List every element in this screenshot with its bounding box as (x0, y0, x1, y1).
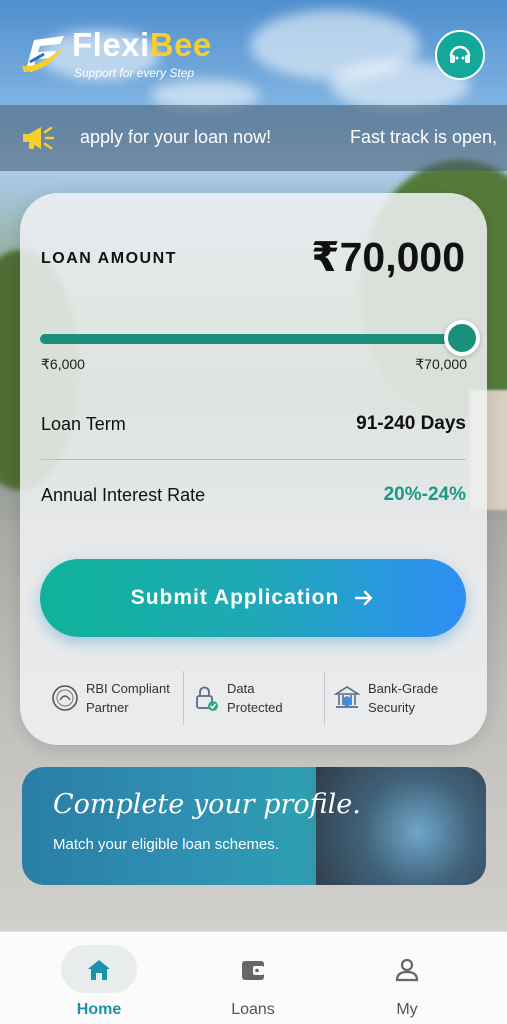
arrow-right-icon (355, 590, 373, 606)
badge-line: Security (368, 700, 415, 715)
badge-line: Partner (86, 700, 129, 715)
badge-text: Bank-Grade Security (368, 679, 438, 717)
loan-term-label: Loan Term (41, 414, 126, 434)
lock-check-icon (196, 686, 218, 711)
loan-amount-label: LOAN AMOUNT (41, 250, 177, 267)
badge-bank-grade-security: Bank-Grade Security (324, 671, 465, 725)
badge-line: Bank-Grade (368, 681, 439, 696)
bank-shield-icon (333, 686, 361, 708)
nav-label-my: My (396, 1001, 418, 1018)
loan-application-card: LOAN AMOUNT ₹70,000 ₹6,000 ₹70,000 Loan … (20, 193, 487, 745)
headset-icon (449, 45, 471, 63)
app-header: FlexiBee Support for every Step (20, 24, 487, 88)
announcement-bar: apply for your loan now! Fast track is o… (0, 105, 507, 171)
banner-subtitle: Match your eligible loan schemes. (53, 836, 279, 853)
slider-thumb[interactable] (444, 320, 480, 356)
submit-application-button[interactable]: Submit Application (40, 559, 466, 637)
badge-text: RBI Compliant Partner (86, 679, 170, 717)
badge-rbi-compliant: RBI Compliant Partner (42, 671, 183, 725)
banner-illustration (316, 767, 486, 885)
person-icon (395, 958, 419, 982)
badge-line: Protected (227, 700, 283, 715)
wallet-icon (242, 961, 264, 980)
brand-name: FlexiBee (72, 26, 212, 64)
trust-badges: RBI Compliant Partner Data Protected Ban… (42, 671, 465, 725)
interest-rate-value: 20%-24% (383, 484, 466, 505)
banner-title: Complete your profile. (53, 789, 361, 820)
brand-name-part1: Flexi (72, 26, 150, 63)
badge-line: RBI Compliant (86, 681, 170, 696)
nav-item-my[interactable]: My (347, 932, 467, 1024)
slider-max-label: ₹70,000 (415, 356, 467, 372)
megaphone-icon (23, 126, 55, 150)
loan-amount-value: ₹70,000 (311, 234, 465, 280)
brand-tagline: Support for every Step (74, 66, 195, 80)
nav-label-loans: Loans (231, 1001, 275, 1018)
badge-text: Data Protected (227, 679, 283, 717)
nav-item-home[interactable]: Home (39, 932, 159, 1024)
loan-term-value: 91-240 Days (356, 413, 466, 434)
nav-label-home: Home (76, 1001, 122, 1018)
announcement-text: apply for your loan now! (80, 127, 272, 147)
flexibee-logo-icon (22, 36, 64, 72)
announcement-text-next: Fast track is open, (350, 127, 498, 147)
loan-amount-slider[interactable] (40, 334, 462, 344)
brand-name-part2: Bee (149, 26, 212, 63)
divider (41, 459, 466, 460)
support-button[interactable] (435, 30, 485, 80)
badge-data-protected: Data Protected (183, 671, 324, 725)
submit-button-label: Submit Application (130, 586, 340, 609)
rbi-seal-icon (52, 685, 78, 711)
complete-profile-banner[interactable]: Complete your profile. Match your eligib… (22, 767, 486, 885)
bottom-navigation: Home Loans My (0, 931, 507, 1024)
interest-rate-label: Annual Interest Rate (41, 485, 206, 505)
badge-line: Data (227, 681, 255, 696)
slider-min-label: ₹6,000 (41, 356, 85, 372)
home-icon (88, 960, 110, 980)
nav-item-loans[interactable]: Loans (193, 932, 313, 1024)
